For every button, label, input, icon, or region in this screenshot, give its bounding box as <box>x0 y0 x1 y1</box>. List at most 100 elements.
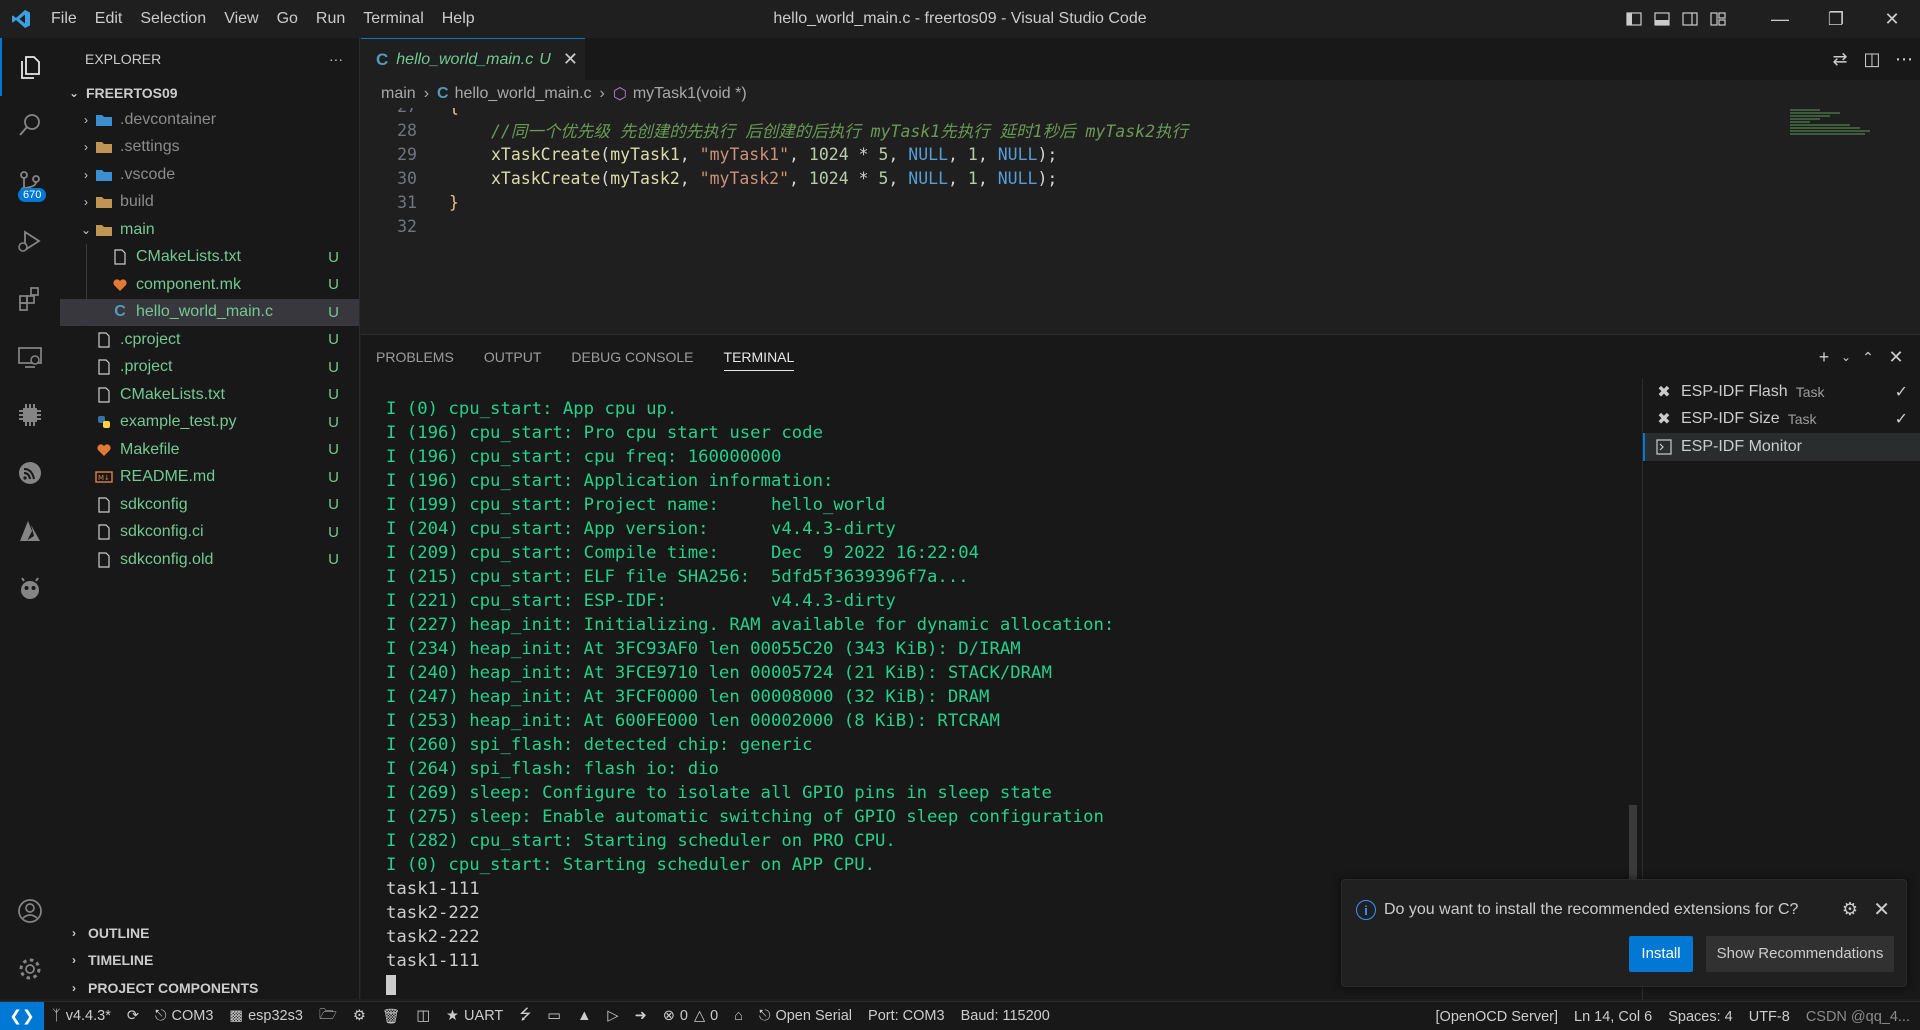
openocd-status[interactable]: [OpenOCD Server] <box>1428 1009 1567 1025</box>
run-debug-icon[interactable] <box>0 212 60 270</box>
close-tab-icon[interactable]: ✕ <box>563 49 578 70</box>
show-recommendations-button[interactable]: Show Recommendations <box>1706 936 1894 972</box>
play-icon[interactable]: ➜ <box>627 1008 655 1024</box>
tree-item-hello-world-main-c[interactable]: Chello_world_main.c U <box>60 298 359 326</box>
port-status[interactable]: Port: COM3 <box>860 1008 953 1024</box>
minimize-icon[interactable]: — <box>1752 0 1808 38</box>
indentation[interactable]: Spaces: 4 <box>1660 1009 1741 1025</box>
breadcrumb-file[interactable]: hello_world_main.c <box>455 85 592 103</box>
encoding[interactable]: UTF-8 <box>1741 1009 1798 1025</box>
tree-item-example-test-py[interactable]: example_test.py U <box>60 409 359 437</box>
notification-gear-icon[interactable]: ⚙ <box>1842 899 1858 920</box>
customize-layout-icon[interactable] <box>1704 0 1732 38</box>
trash-icon[interactable]: 🗑 <box>374 1008 408 1025</box>
extensions-icon[interactable] <box>0 270 60 328</box>
tree-item--cproject[interactable]: .cproject U <box>60 326 359 354</box>
tree-item-build[interactable]: › build <box>60 189 359 217</box>
breadcrumb-folder[interactable]: main <box>381 85 416 103</box>
monitor-icon[interactable]: ▭ <box>539 1008 569 1024</box>
tree-item-sdkconfig-old[interactable]: sdkconfig.old U <box>60 546 359 574</box>
terminal-esp-idf-flash[interactable]: ✖ ESP-IDF Flash Task ✓ <box>1643 378 1920 406</box>
code-editor[interactable]: 27 { 28 //同一个优先级 先创建的先执行 后创建的后执行 myTask1… <box>361 108 1920 334</box>
tab-hello-world-main[interactable]: C hello_world_main.c U ✕ <box>361 38 585 80</box>
tree-item-sdkconfig[interactable]: sdkconfig U <box>60 491 359 519</box>
target-item[interactable]: ▩ esp32s3 <box>221 1008 311 1024</box>
project-components-section[interactable]: › PROJECT COMPONENTS <box>60 974 360 1002</box>
more-actions-icon[interactable]: ⋯ <box>1888 49 1920 70</box>
tree-item-component-mk[interactable]: component.mk U <box>60 271 359 299</box>
menu-edit[interactable]: Edit <box>86 0 132 38</box>
problems-item[interactable]: ⊗ 0 △ 0 <box>655 1008 726 1024</box>
source-control-icon[interactable]: 670 <box>0 154 60 212</box>
tree-item-cmakelists-txt[interactable]: CMakeLists.txt U <box>60 243 359 271</box>
notification-close-icon[interactable]: ✕ <box>1873 897 1890 922</box>
new-terminal-icon[interactable]: + <box>1810 347 1838 368</box>
timeline-section[interactable]: › TIMELINE <box>60 947 360 975</box>
toggle-secondary-sidebar-icon[interactable] <box>1676 0 1704 38</box>
tree-item--devcontainer[interactable]: › .devcontainer <box>60 106 359 134</box>
remote-indicator-icon[interactable]: ❮❯ <box>0 1001 44 1030</box>
branch-item[interactable]: ᛉ v4.4.3* <box>44 1008 119 1024</box>
accounts-icon[interactable] <box>0 882 60 940</box>
menu-file[interactable]: File <box>42 0 86 38</box>
menu-selection[interactable]: Selection <box>131 0 215 38</box>
toggle-panel-icon[interactable] <box>1648 0 1676 38</box>
tab-problems[interactable]: PROBLEMS <box>376 335 454 379</box>
more-actions-icon[interactable]: ··· <box>329 51 343 67</box>
restore-icon[interactable]: ❐ <box>1808 0 1864 38</box>
sync-icon[interactable]: ⟳ <box>119 1008 147 1024</box>
home-icon[interactable]: ⌂ <box>726 1008 751 1024</box>
terminal-small-icon[interactable]: ▷ <box>599 1008 626 1024</box>
terminal-esp-idf-size[interactable]: ✖ ESP-IDF Size Task ✓ <box>1643 406 1920 434</box>
tree-item--settings[interactable]: › .settings <box>60 134 359 162</box>
outline-section[interactable]: › OUTLINE <box>60 919 360 947</box>
azure-icon[interactable] <box>0 502 60 560</box>
explorer-icon[interactable] <box>0 38 60 96</box>
install-button[interactable]: Install <box>1629 936 1693 972</box>
baud-status[interactable]: Baud: 115200 <box>953 1008 1058 1024</box>
close-window-icon[interactable]: ✕ <box>1864 0 1920 38</box>
breadcrumb-symbol[interactable]: myTask1(void *) <box>633 85 747 103</box>
terminal-dropdown-icon[interactable]: ⌄ <box>1838 350 1854 364</box>
workspace-root[interactable]: ⌄ FREERTOS09 <box>60 80 359 106</box>
tab-terminal[interactable]: TERMINAL <box>723 335 794 379</box>
tree-item-main[interactable]: ⌄ main <box>60 216 359 244</box>
open-serial-item[interactable]: ⎋ Open Serial <box>751 1008 860 1024</box>
database-icon[interactable]: ◫ <box>408 1008 438 1024</box>
settings-icon[interactable]: ⚙ <box>345 1008 374 1024</box>
tree-item-readme-md[interactable]: M↓ README.md U <box>60 464 359 492</box>
tree-item-makefile[interactable]: Makefile U <box>60 436 359 464</box>
tab-output[interactable]: OUTPUT <box>484 335 542 379</box>
platformio-icon[interactable] <box>0 560 60 618</box>
menu-help[interactable]: Help <box>433 0 484 38</box>
tree-item-cmakelists-txt[interactable]: CMakeLists.txt U <box>60 381 359 409</box>
port-item[interactable]: ⎋ COM3 <box>147 1008 221 1024</box>
tree-item--project[interactable]: .project U <box>60 354 359 382</box>
folder-icon[interactable]: 🗁 <box>311 1004 345 1029</box>
tree-item-sdkconfig-ci[interactable]: sdkconfig.ci U <box>60 519 359 547</box>
maximize-panel-icon[interactable]: ⌃ <box>1854 349 1882 366</box>
close-panel-icon[interactable]: ✕ <box>1882 347 1910 368</box>
terminal-scrollbar[interactable] <box>1629 805 1637 885</box>
menu-terminal[interactable]: Terminal <box>354 0 432 38</box>
cursor-position[interactable]: Ln 14, Col 6 <box>1566 1009 1660 1025</box>
toggle-primary-sidebar-icon[interactable] <box>1620 0 1648 38</box>
menu-go[interactable]: Go <box>268 0 307 38</box>
menu-run[interactable]: Run <box>307 0 354 38</box>
espressif-icon[interactable] <box>0 444 60 502</box>
menu-view[interactable]: View <box>215 0 267 38</box>
terminal-esp-idf-monitor[interactable]: ESP-IDF Monitor <box>1643 433 1920 461</box>
flame-icon[interactable]: ▲ <box>569 1008 599 1024</box>
flash-icon[interactable]: ⭍ <box>511 1004 539 1029</box>
terminal-output[interactable]: I (0) cpu_start: App cpu up. I (196) cpu_… <box>386 397 1386 997</box>
chip-icon[interactable] <box>0 386 60 444</box>
split-editor-icon[interactable]: ◫ <box>1856 49 1888 70</box>
minimap[interactable] <box>1790 108 1900 168</box>
search-icon[interactable] <box>0 96 60 154</box>
uart-item[interactable]: ★ UART <box>438 1008 511 1024</box>
tree-item--vscode[interactable]: › .vscode <box>60 161 359 189</box>
tab-debug-console[interactable]: DEBUG CONSOLE <box>571 335 693 379</box>
open-changes-icon[interactable]: ⇄ <box>1824 49 1856 70</box>
manage-gear-icon[interactable] <box>0 940 60 998</box>
remote-explorer-icon[interactable] <box>0 328 60 386</box>
